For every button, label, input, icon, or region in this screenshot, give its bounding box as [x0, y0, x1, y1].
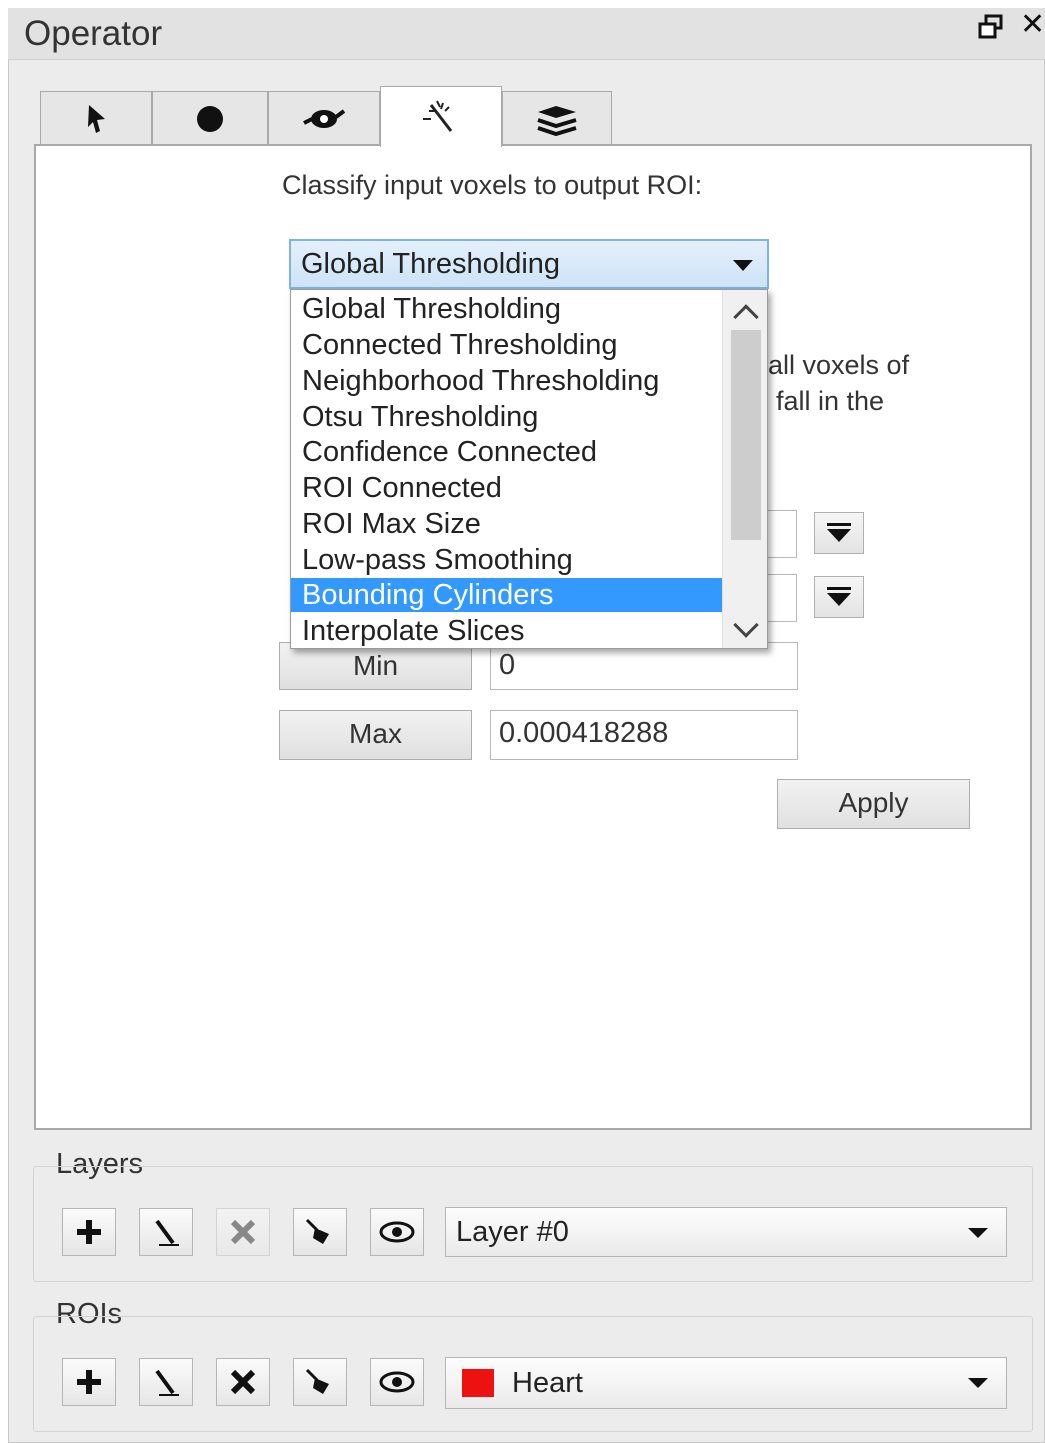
tool-tabs: [34, 86, 1032, 147]
layer-select[interactable]: Layer #0: [445, 1207, 1007, 1257]
roi-color-swatch: [462, 1369, 494, 1397]
layers-stack-icon: [537, 105, 577, 136]
add-icon: [77, 1370, 101, 1394]
dropdown-option[interactable]: Connected Thresholding: [291, 328, 723, 362]
brush-icon: [197, 105, 223, 132]
delete-icon: [230, 1369, 256, 1395]
visibility-icon: [379, 1371, 415, 1393]
apply-button[interactable]: Apply: [777, 779, 970, 829]
float-icon[interactable]: [978, 14, 1004, 45]
mini-dropdown-button[interactable]: [814, 576, 864, 618]
scroll-down-icon[interactable]: [733, 612, 759, 638]
tab-seed[interactable]: [268, 91, 380, 145]
dropdown-option[interactable]: Confidence Connected: [291, 435, 723, 469]
chevron-down-icon: [968, 1378, 988, 1388]
min-value-field[interactable]: 0: [490, 642, 798, 690]
scroll-up-icon[interactable]: [733, 304, 759, 330]
add-icon: [77, 1220, 101, 1244]
dropdown-option[interactable]: Otsu Thresholding: [291, 400, 723, 434]
seed-icon: [303, 108, 346, 128]
tab-brush[interactable]: [152, 91, 268, 145]
operation-combo[interactable]: Global Thresholding: [289, 239, 769, 289]
min-button[interactable]: Min: [279, 642, 472, 690]
fill-layer-button[interactable]: [293, 1208, 347, 1256]
dropdown-option[interactable]: ROI Connected: [291, 471, 723, 505]
dropdown-scrollbar[interactable]: [722, 290, 767, 648]
delete-layer-button[interactable]: [216, 1208, 270, 1256]
description-text: fall in the: [776, 386, 885, 416]
dropdown-option[interactable]: Interpolate Slices: [291, 614, 723, 648]
add-layer-button[interactable]: [62, 1208, 116, 1256]
tab-layers-stack[interactable]: [502, 91, 612, 145]
toggle-roi-visibility-button[interactable]: [370, 1358, 424, 1406]
chevron-down-icon: [733, 260, 753, 271]
toggle-layer-visibility-button[interactable]: [370, 1208, 424, 1256]
chevron-down-icon: [968, 1228, 988, 1238]
magic-wand-icon: [423, 100, 453, 132]
dropdown-option[interactable]: ROI Max Size: [291, 507, 723, 541]
roi-select[interactable]: Heart: [445, 1357, 1007, 1409]
fill-roi-button[interactable]: [293, 1358, 347, 1406]
visibility-icon: [379, 1221, 415, 1243]
classify-label: Classify input voxels to output ROI:: [282, 170, 703, 200]
max-value-field[interactable]: 0.000418288: [490, 710, 798, 760]
mini-dropdown-button[interactable]: [814, 512, 864, 554]
tab-magic-wand[interactable]: [380, 86, 502, 147]
layer-select-value: Layer #0: [456, 1215, 569, 1248]
edit-roi-button[interactable]: [139, 1358, 193, 1406]
panel-title: Operator: [24, 14, 163, 53]
dropdown-option[interactable]: Low-pass Smoothing: [291, 543, 723, 577]
panel-titlebar: [8, 8, 1045, 60]
dropdown-option-highlighted[interactable]: Bounding Cylinders: [291, 578, 723, 612]
dropdown-option[interactable]: Global Thresholding: [291, 292, 723, 326]
max-button[interactable]: Max: [279, 710, 472, 760]
tab-pointer[interactable]: [40, 91, 152, 145]
edit-icon: [155, 1219, 179, 1246]
close-icon[interactable]: ✕: [1020, 10, 1045, 40]
roi-select-value: Heart: [512, 1366, 583, 1399]
add-roi-button[interactable]: [62, 1358, 116, 1406]
pointer-icon: [88, 104, 105, 133]
edit-layer-button[interactable]: [139, 1208, 193, 1256]
delete-icon: [230, 1219, 256, 1245]
dropdown-option[interactable]: Neighborhood Thresholding: [291, 364, 723, 398]
scrollbar-thumb[interactable]: [731, 330, 761, 540]
fill-icon: [305, 1218, 329, 1244]
description-text: all voxels of: [768, 350, 910, 380]
delete-roi-button[interactable]: [216, 1358, 270, 1406]
operation-combo-value: Global Thresholding: [301, 247, 561, 280]
operation-dropdown-list: Global Thresholding Connected Thresholdi…: [290, 289, 768, 649]
fill-icon: [305, 1368, 329, 1394]
edit-icon: [155, 1369, 179, 1396]
